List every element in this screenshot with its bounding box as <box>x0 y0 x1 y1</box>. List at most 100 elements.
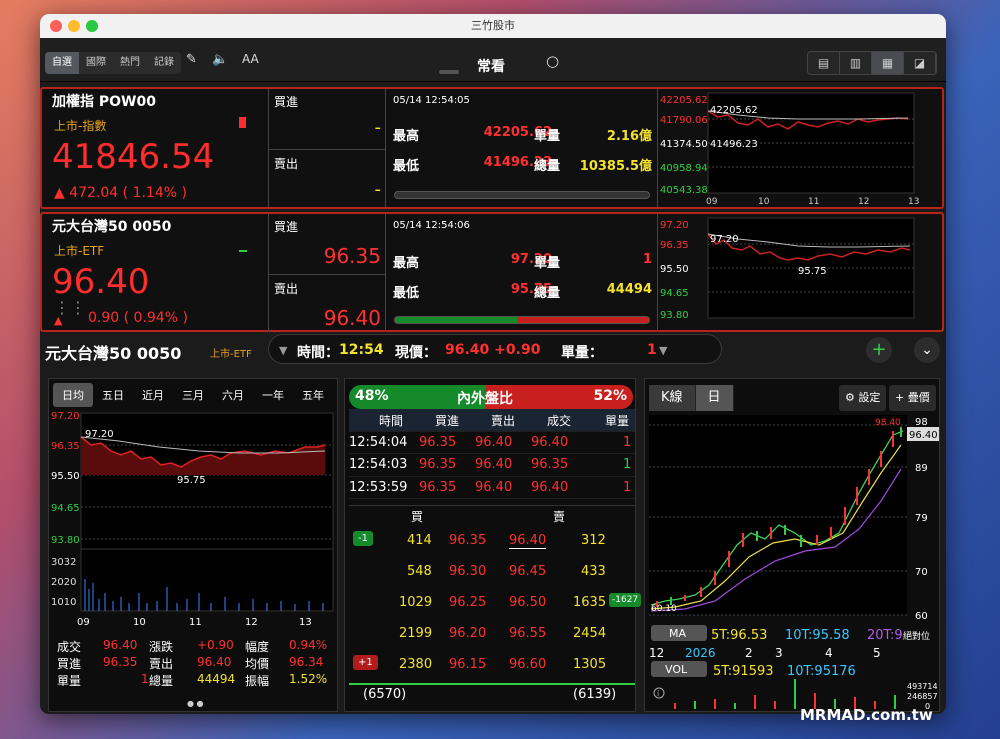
view-chart-icon[interactable]: ◪ <box>904 52 936 74</box>
ma-label: MA <box>669 627 686 640</box>
buy-badge: -1 <box>353 531 373 546</box>
ask-value: - <box>374 179 382 200</box>
chart-hi-label: 42205.62 <box>710 105 758 116</box>
settings-button[interactable]: ⚙ 設定 <box>839 385 887 411</box>
view-columns-icon[interactable]: ▥ <box>840 52 872 74</box>
bid-ask-box: 買進 96.35 賣出 96.40 <box>268 214 386 332</box>
total-value: 10385.5億 <box>579 159 652 174</box>
detail-quote-pill[interactable]: ▼ 時間： 12:54 現價： 96.40 +0.90 單量： 1 ▼ <box>268 334 722 364</box>
last-price-tag: 96.40 <box>909 430 938 441</box>
y-tick: 94.65 <box>51 503 80 514</box>
tab-1month[interactable]: 近月 <box>133 383 173 407</box>
add-button[interactable]: + <box>866 337 892 363</box>
book-row: +1 2380 96.15 96.60 1305 <box>349 649 635 680</box>
kline-chart: 98.40 60.10 98 96.40 89 79 70 60 MA 5T:9… <box>649 415 939 711</box>
y-tick: 96.35 <box>51 441 80 452</box>
y-tick: 40543.38 <box>660 185 708 196</box>
view-switcher: ▤ ▥ ▦ ◪ <box>807 51 937 75</box>
book-row: 2199 96.20 96.55 2454 <box>399 626 607 641</box>
x-tick: 4 <box>825 646 833 660</box>
list-segment: 自選 國際 熱門 記錄 <box>45 52 181 74</box>
x-tick: 11 <box>808 197 819 207</box>
table-row[interactable]: 12:53:59 96.35 96.40 96.40 1 <box>349 477 635 499</box>
y-tick: 98 <box>915 417 928 428</box>
chart-hi-label: 97.20 <box>85 429 114 440</box>
unit-value: 2.16億 <box>606 129 652 144</box>
edit-pencil-icon[interactable]: ✎ <box>186 52 197 67</box>
unit-value: 1 <box>647 342 657 358</box>
x-tick: 09 <box>706 197 718 207</box>
unit-label: 單量： <box>561 345 603 361</box>
quote-name: 元大台灣50 0050 <box>52 219 172 235</box>
quote-change: ▲ 472.04 ( 1.14% ) <box>54 185 187 201</box>
inout-ratio-bar: 48% 內外盤比 52% <box>349 385 633 409</box>
ask-label: 賣出 <box>274 282 299 296</box>
chart-lo-label: 95.75 <box>177 475 206 486</box>
bid-value: 96.35 <box>323 244 381 268</box>
tab-day[interactable]: 日 <box>695 385 734 411</box>
summary-table: 成交 96.40 漲跌 +0.90 幅度 0.94% 買進 96.35 賣出 96.40 均價 96… <box>57 638 328 688</box>
ma10-value: 10T:95.58 <box>785 628 850 643</box>
buy-badge: +1 <box>353 655 378 670</box>
overlay-button[interactable]: + 疊價 <box>889 385 936 411</box>
kline-tabs: K線 日 <box>649 385 734 411</box>
bid-label: 買進 <box>274 95 299 109</box>
view-grid-icon[interactable]: ▦ <box>872 52 904 74</box>
trade-list: 時間 買進 賣出 成交 單量 12:54:04 96.35 96.40 96.40 1 12:5… <box>349 409 635 499</box>
quote-time: 05/14 12:54:06 <box>393 220 470 231</box>
table-row[interactable]: 12:54:04 96.35 96.40 96.40 1 <box>349 432 635 454</box>
tab-5year[interactable]: 五年 <box>293 383 333 407</box>
time-value: 12:54 <box>339 342 384 358</box>
inout-title: 內外盤比 <box>457 391 513 407</box>
speaker-icon[interactable]: 🔈 <box>212 52 228 67</box>
unit-label: 單量 <box>534 129 561 144</box>
segment-favorites[interactable]: 自選 <box>45 52 79 74</box>
detail-stock-name: 元大台灣50 0050 <box>45 344 182 363</box>
ma5-value: 5T:96.53 <box>711 628 767 643</box>
search-icon[interactable]: ○ <box>546 52 559 70</box>
page-title[interactable]: 常看 <box>477 56 505 76</box>
x-tick: 13 <box>299 617 312 628</box>
quote-row-0050[interactable]: 元大台灣50 0050 上市-ETF 96.40 ⋮⋮ ▲ 0.90 ( 0.9… <box>40 212 944 332</box>
price-value: 96.40 +0.90 <box>445 342 541 358</box>
tab-kline[interactable]: K線 <box>649 385 696 411</box>
low-label: 最低 <box>393 286 420 301</box>
vol-y-tick: 2020 <box>51 577 76 588</box>
tab-1year[interactable]: 一年 <box>253 383 293 407</box>
x-tick: 2 <box>745 646 753 660</box>
vol-y-tick: 1010 <box>51 597 76 608</box>
unit-label: 單量 <box>534 256 561 271</box>
up-arrow-icon: ▲ <box>54 314 63 327</box>
table-row[interactable]: 12:54:03 96.35 96.40 96.35 1 <box>349 454 635 477</box>
book-totals: (6570) (6139) <box>349 683 635 703</box>
time-label: 時間： <box>297 345 339 361</box>
sell-badge: -1627 <box>609 593 642 607</box>
total-value: 44494 <box>606 282 652 297</box>
segment-history[interactable]: 記錄 <box>147 52 181 74</box>
view-list-icon[interactable]: ▤ <box>808 52 840 74</box>
candle-icon <box>239 250 247 252</box>
gear-icon: ⚙ <box>845 391 855 404</box>
toolbar: 自選 國際 熱門 記錄 ✎ 🔈 AA 常看 ○ ▤ ▥ ▦ ◪ <box>40 38 946 82</box>
zoom-window-button[interactable] <box>86 20 98 32</box>
book-row: -1 414 96.35 96.40 312 <box>349 525 635 556</box>
candle-icon <box>239 117 246 128</box>
tab-3month[interactable]: 三月 <box>173 383 213 407</box>
quote-row-taiex[interactable]: 加權指 POW00 上市-指數 41846.54 ▲ 472.04 ( 1.14… <box>40 87 944 209</box>
intraday-mini-chart: 42205.62 41790.06 41374.50 40958.94 4054… <box>660 92 919 207</box>
expand-down-icon[interactable]: ⌄ <box>914 337 940 363</box>
segment-hot[interactable]: 熱門 <box>113 52 147 74</box>
tab-6month[interactable]: 六月 <box>213 383 253 407</box>
minimize-window-button[interactable] <box>68 20 80 32</box>
tab-daily-avg[interactable]: 日均 <box>53 383 93 407</box>
font-size-icon[interactable]: AA <box>242 52 259 66</box>
kline-lo-label: 60.10 <box>651 604 677 614</box>
close-window-button[interactable] <box>50 20 62 32</box>
tab-5day[interactable]: 五日 <box>93 383 133 407</box>
page-dots: ● ● <box>187 699 204 708</box>
segment-international[interactable]: 國際 <box>79 52 113 74</box>
plus-icon: + <box>895 391 905 404</box>
x-tick: 12 <box>649 646 664 660</box>
collapse-arrow-icon: ▼ <box>279 344 288 357</box>
x-tick: 13 <box>908 197 919 207</box>
